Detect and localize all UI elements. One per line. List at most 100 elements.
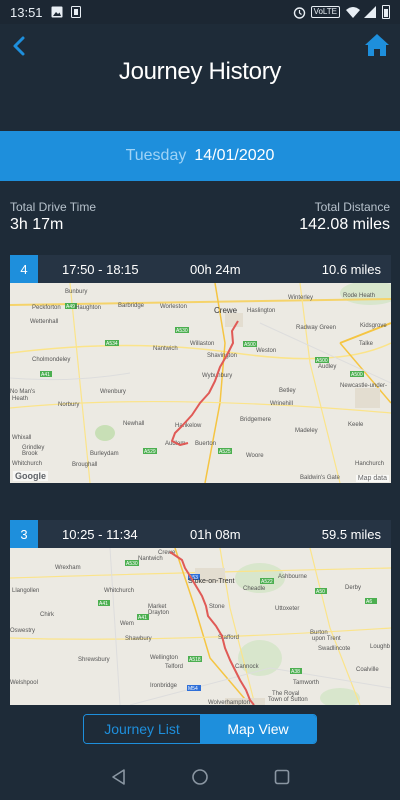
home-button[interactable] (364, 32, 390, 58)
svg-text:A50: A50 (316, 589, 325, 595)
total-distance-value: 142.08 miles (299, 216, 390, 233)
svg-text:Rode Heath: Rode Heath (343, 293, 375, 299)
signal-icon (364, 6, 376, 18)
journey-list-tab[interactable]: Journey List (84, 715, 200, 743)
total-distance-label: Total Distance (314, 200, 390, 214)
svg-text:Wettenhall: Wettenhall (30, 319, 58, 325)
date-day: Tuesday (125, 147, 187, 164)
svg-text:Norbury: Norbury (58, 402, 79, 408)
svg-text:Wellington: Wellington (150, 655, 178, 661)
svg-text:Llangollen: Llangollen (12, 588, 39, 594)
system-nav-bar (0, 752, 400, 800)
nav-back-button[interactable] (110, 768, 128, 786)
page-title: Journey History (118, 58, 282, 85)
svg-text:Winterley: Winterley (288, 295, 313, 301)
svg-text:Audley: Audley (318, 364, 336, 370)
svg-text:Town of Sutton: Town of Sutton (268, 697, 308, 703)
svg-text:Ashbourne: Ashbourne (278, 574, 308, 580)
map-data-label[interactable]: Map data (355, 475, 389, 482)
map-view-tab[interactable]: Map View (200, 715, 316, 743)
svg-text:upon Trent: upon Trent (312, 636, 341, 642)
google-logo: Google (13, 471, 48, 481)
svg-text:Coalville: Coalville (356, 667, 379, 673)
svg-text:Swadlincote: Swadlincote (318, 646, 351, 652)
svg-text:Keele: Keele (348, 422, 364, 428)
svg-text:A38: A38 (291, 669, 300, 675)
svg-text:A41: A41 (41, 372, 50, 378)
svg-text:A6: A6 (366, 599, 372, 605)
back-button[interactable] (6, 32, 34, 60)
view-toggle: Journey List Map View (83, 714, 317, 744)
svg-text:Nantwich: Nantwich (153, 346, 178, 352)
svg-text:Whitchurch: Whitchurch (12, 461, 42, 467)
svg-text:Baldwin's Gate: Baldwin's Gate (300, 475, 340, 481)
svg-text:Drayton: Drayton (148, 610, 169, 616)
svg-text:Burleydam: Burleydam (90, 451, 119, 457)
svg-text:Uttoxeter: Uttoxeter (275, 606, 299, 612)
svg-text:A534: A534 (106, 341, 118, 347)
sim-icon (70, 6, 83, 18)
status-time: 13:51 (10, 4, 43, 20)
svg-text:A500: A500 (244, 342, 256, 348)
svg-text:Loughb: Loughb (370, 644, 391, 650)
status-bar: 13:51 VoLTE (0, 0, 400, 24)
journey-header: 3 10:25 - 11:34 01h 08m 59.5 miles (10, 520, 391, 548)
svg-text:Betley: Betley (279, 388, 296, 394)
svg-text:Cheadle: Cheadle (243, 586, 266, 592)
svg-text:A518: A518 (189, 657, 201, 663)
svg-text:Peckforton: Peckforton (32, 305, 61, 311)
journey-distance: 59.5 miles (321, 526, 381, 542)
svg-text:Newhall: Newhall (123, 421, 144, 427)
svg-text:Ironbridge: Ironbridge (150, 683, 178, 689)
svg-text:Madeley: Madeley (295, 428, 318, 434)
journey-card[interactable]: 4 17:50 - 18:15 00h 24m 10.6 miles A49 A… (10, 255, 391, 483)
svg-text:Shawbury: Shawbury (125, 636, 152, 642)
svg-text:Shavington: Shavington (207, 353, 237, 359)
svg-text:Talke: Talke (359, 341, 374, 347)
nav-home-button[interactable] (191, 768, 209, 786)
svg-text:Hanchurch: Hanchurch (355, 461, 384, 467)
volte-badge: VoLTE (310, 6, 340, 18)
svg-text:Haslington: Haslington (247, 308, 275, 314)
svg-text:Crewe: Crewe (214, 306, 238, 315)
svg-text:Willaston: Willaston (190, 341, 214, 347)
svg-text:No Man's: No Man's (10, 389, 35, 395)
svg-text:Whitchurch: Whitchurch (104, 588, 134, 594)
svg-text:Oswestry: Oswestry (10, 628, 35, 634)
totals-summary: Total Drive Time 3h 17m Total Distance 1… (0, 196, 400, 240)
svg-text:Radway Green: Radway Green (296, 325, 336, 331)
svg-text:Bridgemere: Bridgemere (240, 417, 272, 423)
svg-text:Kidsgrove: Kidsgrove (360, 323, 387, 329)
image-icon (51, 6, 63, 18)
svg-text:Chirk: Chirk (40, 612, 55, 618)
circle-home-icon (192, 769, 208, 785)
alarm-icon (293, 6, 305, 19)
svg-text:A49: A49 (66, 304, 75, 310)
triangle-back-icon (112, 769, 125, 785)
svg-text:Wem: Wem (120, 621, 134, 627)
svg-text:Wrenbury: Wrenbury (100, 389, 126, 395)
svg-text:Derby: Derby (345, 585, 361, 591)
journey-map[interactable]: A530 A53 A41 A41 A522 A50 A518 A38 M54 A… (10, 548, 391, 705)
svg-text:Nantwich: Nantwich (138, 556, 163, 562)
svg-text:Welshpool: Welshpool (10, 680, 38, 686)
svg-text:Cholmondeley: Cholmondeley (32, 357, 70, 363)
svg-text:Wrinehill: Wrinehill (270, 401, 293, 407)
svg-text:Wolverhampton: Wolverhampton (208, 700, 250, 705)
svg-text:Cannock: Cannock (235, 664, 260, 670)
svg-text:Woore: Woore (246, 453, 264, 459)
nav-recents-button[interactable] (273, 768, 291, 786)
journey-card[interactable]: 3 10:25 - 11:34 01h 08m 59.5 miles A530 … (10, 520, 391, 705)
journey-map[interactable]: A49 A530 A500 A500 A534 A41 A525 A529 A5… (10, 283, 391, 483)
svg-text:A41: A41 (138, 615, 147, 621)
svg-text:Barbridge: Barbridge (118, 303, 145, 309)
svg-text:Wrexham: Wrexham (55, 565, 81, 571)
journey-duration: 01h 08m (190, 526, 241, 542)
total-drive-time-value: 3h 17m (10, 216, 64, 233)
journey-time-range: 10:25 - 11:34 (62, 526, 138, 542)
svg-text:A530: A530 (126, 561, 138, 567)
chevron-left-icon (13, 36, 25, 56)
svg-text:Haughton: Haughton (75, 305, 101, 311)
svg-text:Stone: Stone (209, 604, 225, 610)
svg-text:A41: A41 (99, 601, 108, 607)
